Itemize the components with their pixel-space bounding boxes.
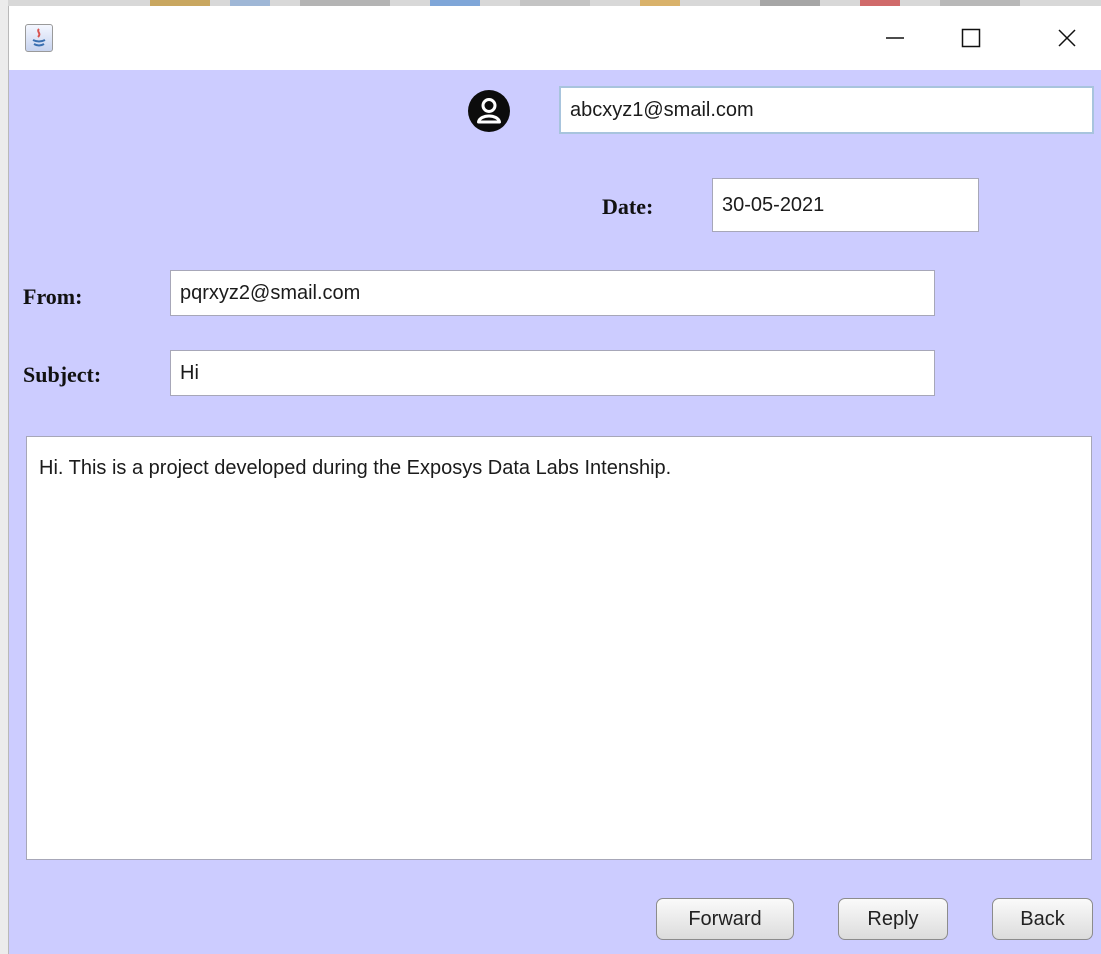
mail-panel: Date: From: Subject: Hi. This is a proje… (9, 70, 1101, 954)
message-body[interactable]: Hi. This is a project developed during t… (26, 436, 1092, 860)
background-window-edge (0, 0, 8, 954)
from-field[interactable] (170, 270, 935, 316)
close-button[interactable] (1039, 6, 1095, 70)
minimize-icon (886, 37, 904, 39)
close-icon (1058, 29, 1076, 47)
maximize-icon (961, 28, 981, 48)
title-bar (9, 6, 1101, 70)
forward-button[interactable]: Forward (656, 898, 794, 940)
date-label: Date: (602, 194, 654, 219)
subject-field[interactable] (170, 350, 935, 396)
reply-button[interactable]: Reply (838, 898, 948, 940)
from-label: From: (23, 284, 83, 309)
subject-label: Subject: (23, 362, 102, 387)
user-avatar-icon (468, 90, 510, 132)
minimize-button[interactable] (867, 6, 923, 70)
back-button[interactable]: Back (992, 898, 1093, 940)
date-field[interactable] (712, 178, 979, 232)
maximize-button[interactable] (943, 6, 999, 70)
java-app-icon (25, 24, 53, 52)
mail-view-window: Date: From: Subject: Hi. This is a proje… (8, 6, 1101, 954)
user-email-field[interactable] (559, 86, 1094, 134)
